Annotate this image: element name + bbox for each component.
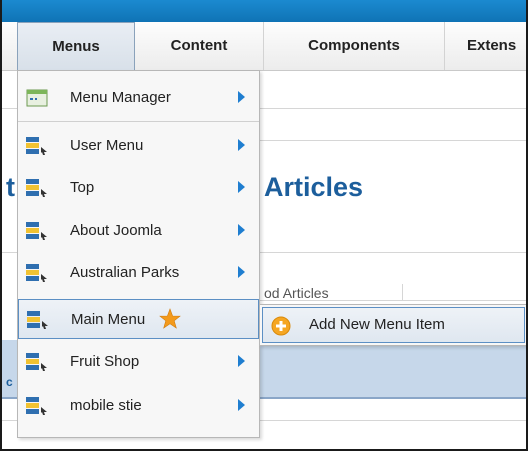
menu-icon xyxy=(26,397,48,420)
dropdown-item-label: User Menu xyxy=(70,136,144,154)
menubar-extensions[interactable]: Extens xyxy=(445,22,526,70)
tab-featured-articles[interactable]: od Articles xyxy=(264,285,329,301)
dropdown-item-label: Main Menu xyxy=(71,310,146,328)
dropdown-item-label: Top xyxy=(70,178,95,196)
menubar-menus[interactable]: Menus xyxy=(17,22,135,70)
dropdown-item-user-menu[interactable]: User Menu xyxy=(18,127,259,163)
add-new-menu-item[interactable]: Add New Menu Item xyxy=(262,307,525,343)
main-menubar: Menus Content Components Extens xyxy=(2,22,526,71)
dropdown-item-label: Fruit Shop xyxy=(70,352,140,370)
submenu-item-label: Add New Menu Item xyxy=(309,316,445,333)
admin-top-bar xyxy=(2,0,526,22)
chevron-right-icon xyxy=(238,91,245,103)
menubar-components-label: Components xyxy=(308,37,400,54)
dropdown-item-label: mobile stie xyxy=(70,396,142,414)
dropdown-item-australian-parks[interactable]: Australian Parks xyxy=(18,254,259,290)
menu-icon xyxy=(27,311,49,334)
menubar-menus-label: Menus xyxy=(52,38,100,55)
dropdown-item-top[interactable]: Top xyxy=(18,169,259,205)
chevron-right-icon xyxy=(238,224,245,236)
chevron-right-icon xyxy=(238,139,245,151)
menu-icon xyxy=(26,137,48,160)
menu-manager-icon xyxy=(26,89,48,112)
dropdown-item-label: Menu Manager xyxy=(70,88,171,106)
dropdown-item-about-joomla[interactable]: About Joomla xyxy=(18,212,259,248)
band-text-fragment: c xyxy=(6,375,13,389)
menu-icon xyxy=(26,179,48,202)
menu-icon xyxy=(26,222,48,245)
main-menu-submenu: Add New Menu Item xyxy=(259,304,526,346)
dropdown-item-label: About Joomla xyxy=(70,221,162,239)
page-title-fragment: t xyxy=(6,172,15,202)
menubar-components[interactable]: Components xyxy=(264,22,445,70)
add-circle-icon xyxy=(271,316,291,341)
page-title: Articles xyxy=(264,172,364,202)
menus-dropdown: Menu Manager User Menu Top About Joomla xyxy=(17,70,260,438)
dropdown-item-label: Australian Parks xyxy=(70,263,180,281)
menubar-extensions-label: Extens xyxy=(467,37,517,54)
chevron-right-icon xyxy=(238,399,245,411)
menu-icon xyxy=(26,264,48,287)
dropdown-item-main-menu[interactable]: Main Menu xyxy=(18,299,259,339)
dropdown-item-fruit-shop[interactable]: Fruit Shop xyxy=(18,343,259,379)
divider xyxy=(258,140,526,141)
dropdown-item-menu-manager[interactable]: Menu Manager xyxy=(18,79,259,115)
menu-icon xyxy=(26,353,48,376)
home-star-icon xyxy=(159,308,181,335)
chevron-right-icon xyxy=(238,266,245,278)
tab-divider xyxy=(402,284,403,300)
menubar-content[interactable]: Content xyxy=(135,22,264,70)
app-window: Menus Content Components Extens t Articl… xyxy=(0,0,528,451)
separator xyxy=(18,121,259,122)
chevron-right-icon xyxy=(238,181,245,193)
dropdown-item-mobile-stie[interactable]: mobile stie xyxy=(18,387,259,423)
menubar-content-label: Content xyxy=(170,37,228,54)
chevron-right-icon xyxy=(238,355,245,367)
